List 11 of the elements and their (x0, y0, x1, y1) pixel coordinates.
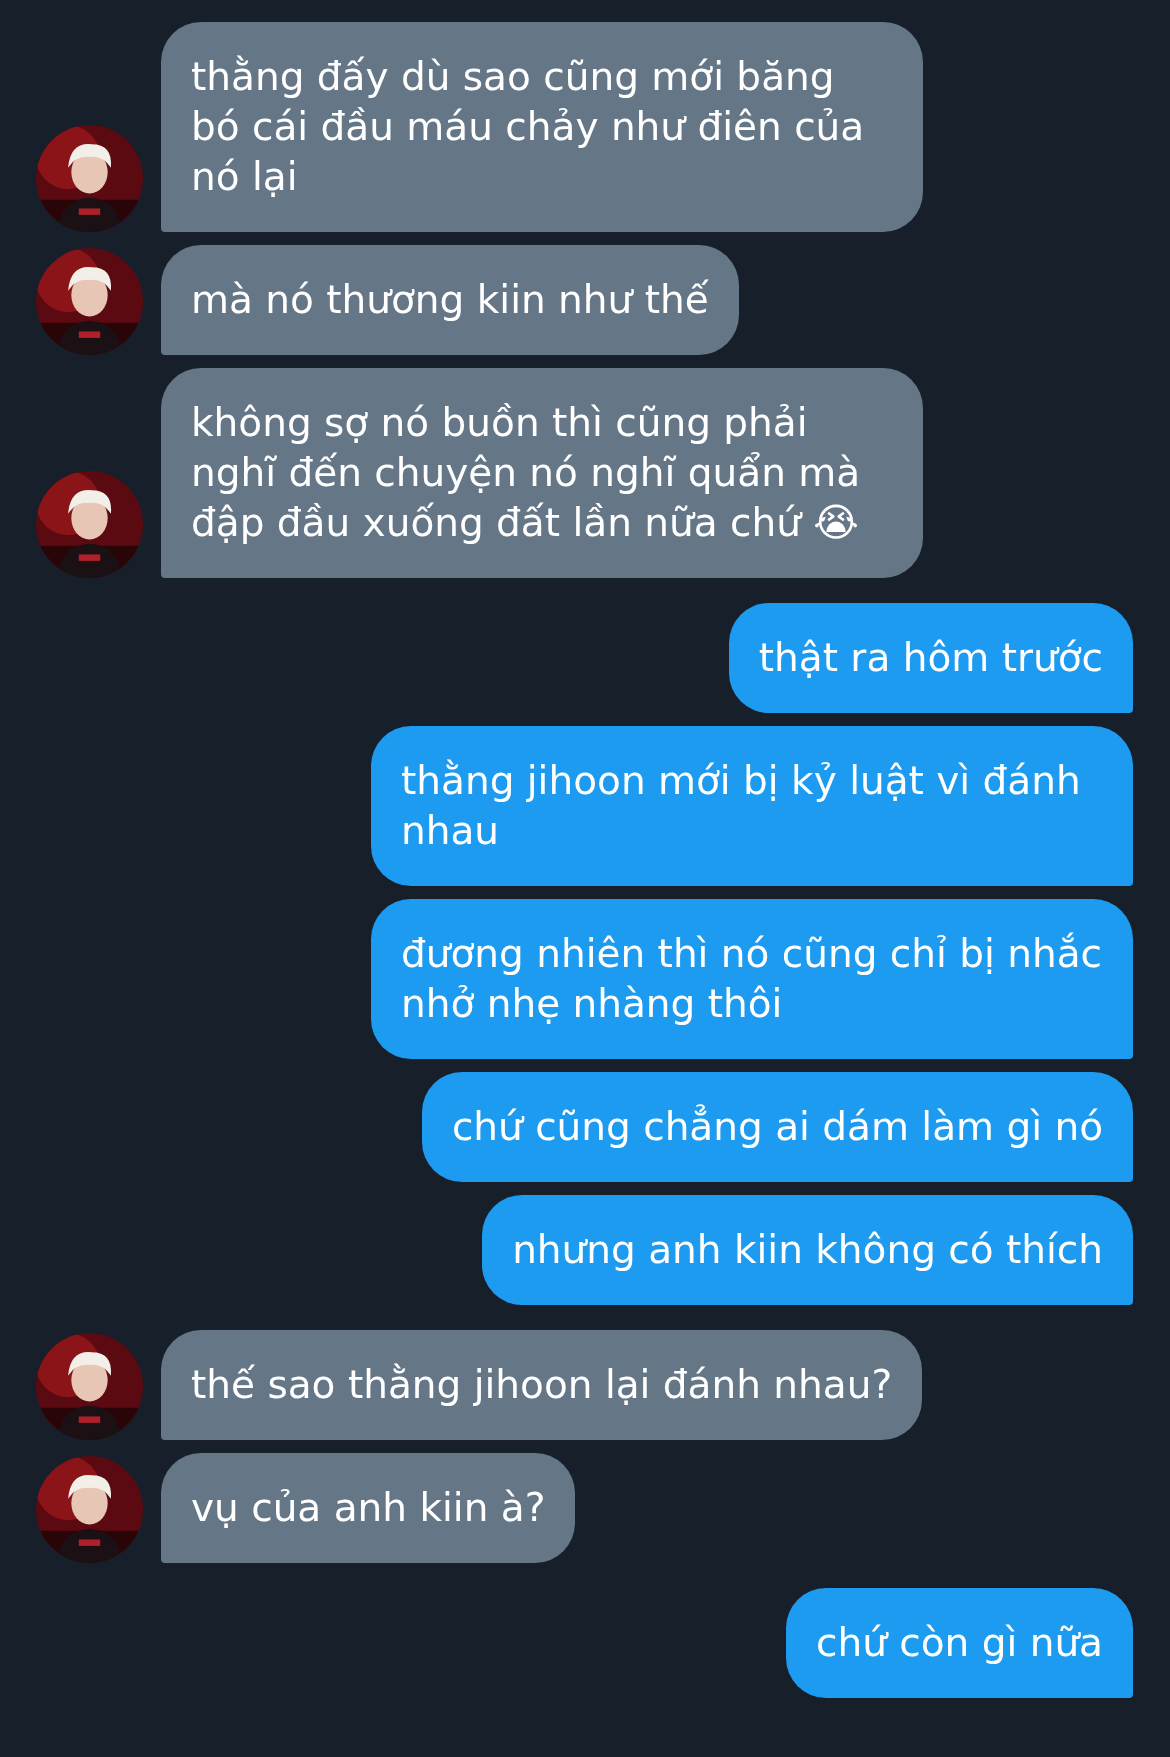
message-bubble: thật ra hôm trước (728, 603, 1133, 713)
message-bubble: thế sao thằng jihoon lại đánh nhau? (161, 1330, 923, 1440)
message-bubble: nhưng anh kiin không có thích (482, 1195, 1133, 1305)
message-bubble: thằng đấy dù sao cũng mới băng bó cái đầu máu chảy như điên của nó lại (161, 22, 923, 232)
message-bubble: vụ của anh kiin à? (161, 1453, 576, 1563)
message-bubble: mà nó thương kiin như thế (161, 245, 739, 355)
message-bubble: chứ còn gì nữa (786, 1588, 1133, 1698)
message-bubble: không sợ nó buồn thì cũng phải nghĩ đến chuyện nó nghĩ quẩn mà đập đầu xuống đất lần nữa chứ 😭 (161, 368, 923, 578)
message-bubble: chứ cũng chẳng ai dám làm gì nó (421, 1072, 1133, 1182)
message-bubble: thằng jihoon mới bị kỷ luật vì đánh nhau (371, 726, 1133, 886)
message-bubble: đương nhiên thì nó cũng chỉ bị nhắc nhở nhẹ nhàng thôi (371, 899, 1133, 1059)
